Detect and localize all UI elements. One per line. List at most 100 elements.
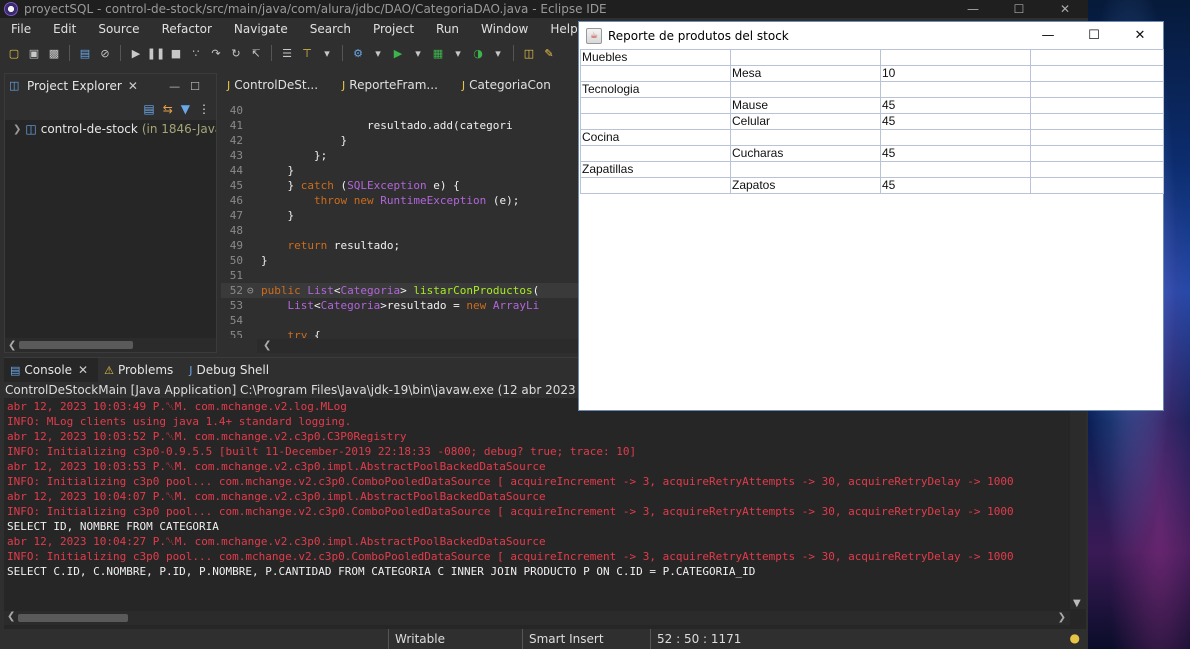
code-line[interactable]: 42 } bbox=[221, 133, 581, 148]
close-icon[interactable]: ✕ bbox=[1042, 0, 1088, 18]
table-cell[interactable] bbox=[1030, 177, 1164, 194]
close-icon[interactable]: ✕ bbox=[128, 79, 138, 93]
step-return-icon[interactable]: ↸ bbox=[248, 45, 264, 61]
table-row[interactable]: Cucharas 45 bbox=[580, 145, 1164, 162]
code-line[interactable]: 43 }; bbox=[221, 148, 581, 163]
tab-categoriacontroller[interactable]: J CategoriaCon bbox=[456, 73, 569, 97]
table-cell[interactable] bbox=[880, 49, 1031, 66]
project-explorer-title[interactable]: Project Explorer bbox=[27, 79, 122, 93]
close-icon[interactable]: ✕ bbox=[1117, 22, 1163, 49]
table-row[interactable]: Muebles bbox=[580, 49, 1164, 66]
menu-file[interactable]: File bbox=[0, 22, 42, 36]
table-row[interactable]: Cocina bbox=[580, 129, 1164, 146]
tab-console[interactable]: ▤ Console ✕ bbox=[4, 358, 99, 382]
editor-horizontal-scrollbar[interactable]: ❮ bbox=[257, 339, 581, 353]
table-cell[interactable] bbox=[880, 81, 1031, 98]
table-cell[interactable] bbox=[1030, 145, 1164, 162]
scrollbar-thumb[interactable] bbox=[18, 614, 128, 622]
table-cell[interactable] bbox=[1030, 81, 1164, 98]
code-line[interactable]: 52 ⊝ public List<Categoria> listarConProdu… bbox=[221, 283, 581, 298]
dropdown-arrow-icon[interactable]: ▾ bbox=[450, 45, 466, 61]
table-cell[interactable]: Muebles bbox=[580, 49, 731, 66]
filter-icon[interactable]: ▼ bbox=[181, 102, 190, 116]
table-cell[interactable]: 10 bbox=[880, 65, 1031, 82]
table-cell[interactable]: 45 bbox=[880, 113, 1031, 130]
tab-reporteframe[interactable]: J ReporteFram... bbox=[336, 73, 456, 97]
table-cell[interactable] bbox=[1030, 49, 1164, 66]
table-cell[interactable]: 45 bbox=[880, 145, 1031, 162]
link-editor-icon[interactable]: ⇆ bbox=[163, 102, 173, 116]
dropdown-arrow-icon[interactable]: ▾ bbox=[490, 45, 506, 61]
table-cell[interactable] bbox=[580, 177, 731, 194]
table-cell[interactable] bbox=[1030, 65, 1164, 82]
maximize-view-icon[interactable]: ☐ bbox=[190, 80, 210, 93]
menu-window[interactable]: Window bbox=[470, 22, 539, 36]
save-icon[interactable]: ▣ bbox=[26, 45, 42, 61]
table-cell[interactable]: Zapatos bbox=[730, 177, 881, 194]
scroll-right-icon[interactable]: ❯ bbox=[1058, 612, 1066, 623]
scroll-left-icon[interactable]: ❮ bbox=[4, 611, 15, 622]
table-cell[interactable] bbox=[580, 113, 731, 130]
scroll-left-icon[interactable]: ❮ bbox=[263, 340, 271, 351]
table-cell[interactable] bbox=[580, 65, 731, 82]
table-cell[interactable] bbox=[1030, 113, 1164, 130]
table-cell[interactable]: Cucharas bbox=[730, 145, 881, 162]
scroll-down-icon[interactable]: ▼ bbox=[1073, 598, 1081, 609]
new-icon[interactable]: ▢ bbox=[6, 45, 22, 61]
table-row[interactable]: Mause 45 bbox=[580, 97, 1164, 114]
code-line[interactable]: 53 List<Categoria>resultado = new ArrayL… bbox=[221, 298, 581, 313]
view-menu-icon[interactable]: ⋮ bbox=[198, 102, 210, 116]
table-cell[interactable]: Mause bbox=[730, 97, 881, 114]
code-line[interactable]: 48 bbox=[221, 223, 581, 238]
dropdown-arrow-icon[interactable]: ▾ bbox=[370, 45, 386, 61]
report-table[interactable]: Muebles Mesa 10 Tecnologia Mause 45 Celular 45 C… bbox=[580, 49, 1164, 194]
menu-navigate[interactable]: Navigate bbox=[223, 22, 299, 36]
resume-icon[interactable]: ▶ bbox=[128, 45, 144, 61]
code-line[interactable]: 51 bbox=[221, 268, 581, 283]
terminate-icon[interactable]: ■ bbox=[168, 45, 184, 61]
tab-controldestock[interactable]: J ControlDeSt... bbox=[221, 73, 336, 97]
chevron-right-icon[interactable]: ❯ bbox=[13, 124, 21, 135]
run-icon[interactable]: ▶ bbox=[390, 45, 406, 61]
table-row[interactable]: Tecnologia bbox=[580, 81, 1164, 98]
menu-source[interactable]: Source bbox=[87, 22, 150, 36]
maximize-icon[interactable]: ☐ bbox=[996, 0, 1042, 18]
code-line[interactable]: 55 try { bbox=[221, 328, 581, 338]
minimize-icon[interactable]: — bbox=[950, 0, 996, 18]
table-cell[interactable] bbox=[1030, 161, 1164, 178]
open-type-icon[interactable]: ☰ bbox=[279, 45, 295, 61]
step-into-icon[interactable]: ↷ bbox=[208, 45, 224, 61]
tab-problems[interactable]: ⚠ Problems bbox=[98, 358, 183, 382]
table-cell[interactable] bbox=[580, 145, 731, 162]
code-line[interactable]: 45 } catch (SQLException e) { bbox=[221, 178, 581, 193]
suspend-icon[interactable]: ❚❚ bbox=[147, 45, 165, 61]
close-icon[interactable]: ✕ bbox=[78, 363, 88, 377]
table-cell[interactable] bbox=[730, 81, 881, 98]
scroll-left-icon[interactable]: ❮ bbox=[5, 340, 16, 351]
menu-project[interactable]: Project bbox=[362, 22, 425, 36]
terminal-icon[interactable]: ▤ bbox=[77, 45, 93, 61]
menu-run[interactable]: Run bbox=[425, 22, 470, 36]
table-cell[interactable]: 45 bbox=[880, 97, 1031, 114]
table-cell[interactable]: Cocina bbox=[580, 129, 731, 146]
open-task-icon[interactable]: ⊤ bbox=[299, 45, 315, 61]
pen-icon[interactable]: ✎ bbox=[541, 45, 557, 61]
table-cell[interactable] bbox=[1030, 129, 1164, 146]
console-output[interactable]: abr 12, 2023 10:03:49 P.␀M. com.mchange.… bbox=[4, 399, 1070, 609]
table-cell[interactable]: Tecnologia bbox=[580, 81, 731, 98]
collapse-all-icon[interactable]: ▤ bbox=[143, 102, 154, 116]
table-cell[interactable] bbox=[730, 129, 881, 146]
step-over-icon[interactable]: ↻ bbox=[228, 45, 244, 61]
code-area[interactable]: 40 41 resultado.add(categori 42 } 43 }; 44 }… bbox=[221, 103, 581, 338]
maximize-icon[interactable]: ☐ bbox=[1071, 22, 1117, 49]
skip-breakpoints-icon[interactable]: ⊘ bbox=[97, 45, 113, 61]
disconnect-icon[interactable]: ∵ bbox=[188, 45, 204, 61]
console-vertical-scrollbar[interactable]: ▼ bbox=[1070, 399, 1086, 609]
tab-debug-shell[interactable]: J Debug Shell bbox=[183, 358, 279, 382]
dropdown-arrow-icon[interactable]: ▾ bbox=[319, 45, 335, 61]
code-line[interactable]: 50} bbox=[221, 253, 581, 268]
table-cell[interactable] bbox=[730, 161, 881, 178]
debug-icon[interactable]: ⚙ bbox=[350, 45, 366, 61]
table-cell[interactable] bbox=[730, 49, 881, 66]
code-line[interactable]: 46 throw new RuntimeException (e); bbox=[221, 193, 581, 208]
